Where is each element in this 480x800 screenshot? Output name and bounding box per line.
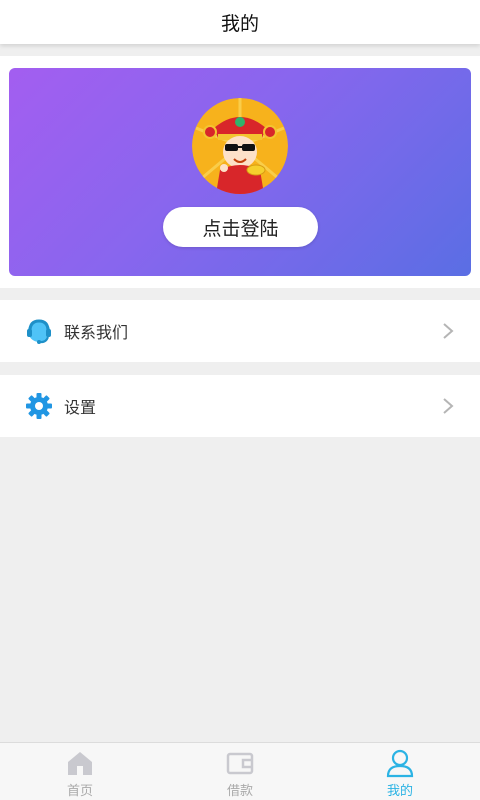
god-of-wealth-avatar-icon	[192, 98, 288, 194]
avatar[interactable]	[192, 98, 288, 194]
tab-label: 借款	[226, 784, 253, 799]
menu-item-contact-us[interactable]: 联系我们	[0, 300, 480, 362]
tab-loan[interactable]: 借款	[160, 743, 320, 800]
chevron-right-icon	[442, 322, 454, 340]
menu-item-label: 联系我们	[64, 323, 129, 342]
user-icon	[385, 748, 415, 778]
profile-section: 点击登陆	[0, 56, 480, 288]
login-button[interactable]: 点击登陆	[163, 207, 318, 247]
profile-card: 点击登陆	[9, 68, 471, 276]
tab-mine[interactable]: 我的	[320, 743, 480, 800]
tab-label: 我的	[386, 784, 413, 799]
customer-service-headset-icon	[24, 316, 54, 346]
page-header: 我的	[0, 0, 480, 44]
page-title: 我的	[220, 12, 259, 35]
chevron-right-icon	[442, 397, 454, 415]
menu-item-settings[interactable]: 设置	[0, 375, 480, 437]
bottom-tab-bar: 首页 借款 我的	[0, 742, 480, 800]
home-icon	[65, 748, 95, 778]
wallet-icon	[225, 748, 255, 778]
tab-label: 首页	[66, 784, 93, 799]
tab-home[interactable]: 首页	[0, 743, 160, 800]
menu-item-label: 设置	[64, 398, 97, 417]
gear-icon	[24, 391, 54, 421]
